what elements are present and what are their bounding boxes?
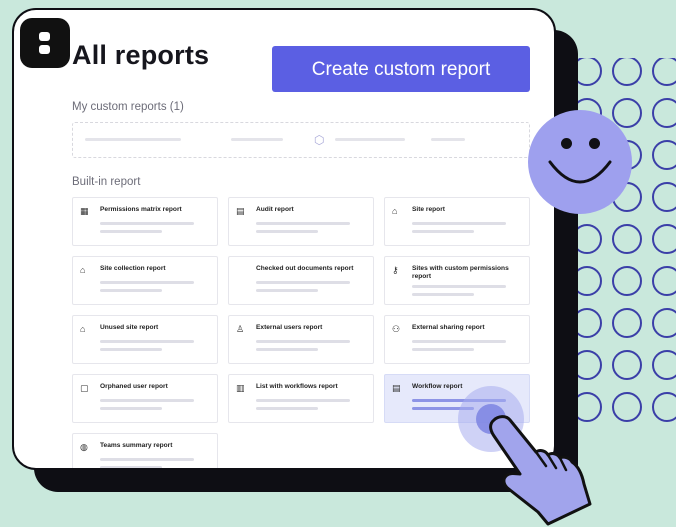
report-tile-unused-site[interactable]: ⌂ Unused site report <box>72 315 218 364</box>
report-tile-label: Checked out documents report <box>256 265 354 272</box>
report-tile-label: Unused site report <box>100 324 159 331</box>
ring-shape <box>612 350 642 380</box>
report-tile-list-with-workflows[interactable]: ▥ List with workflows report <box>228 374 374 423</box>
audit-icon: ▤ <box>236 206 245 216</box>
grid-icon: ▦ <box>80 206 89 216</box>
ring-shape <box>652 392 676 422</box>
pointing-hand-icon <box>489 415 592 526</box>
smiley-face-icon <box>528 110 632 214</box>
ring-shape <box>652 308 676 338</box>
ring-shape <box>652 140 676 170</box>
page-title: All reports <box>72 40 210 70</box>
ring-shape <box>612 266 642 296</box>
report-tile-sites-custom-permissions[interactable]: ⚷ Sites with custom permissions report <box>384 256 530 305</box>
ring-shape <box>612 392 642 422</box>
report-tile-site-collection[interactable]: ⌂ Site collection report <box>72 256 218 305</box>
ring-shape <box>652 224 676 254</box>
report-tile-site[interactable]: ⌂ Site report <box>384 197 530 246</box>
report-tile-label: Teams summary report <box>100 442 173 449</box>
report-tile-teams-summary[interactable]: ◍ Teams summary report <box>72 433 218 468</box>
ring-shape <box>612 308 642 338</box>
ring-shape <box>612 58 642 86</box>
ring-shape <box>652 266 676 296</box>
report-tile-label: External sharing report <box>412 324 485 331</box>
ring-shape <box>574 350 602 380</box>
report-tile-label: Site report <box>412 206 445 213</box>
custom-reports-section-label: My custom reports (1) <box>72 101 184 113</box>
report-tile-audit[interactable]: ▤ Audit report <box>228 197 374 246</box>
report-tile-permissions-matrix[interactable]: ▦ Permissions matrix report <box>72 197 218 246</box>
app-logo-icon <box>20 18 70 68</box>
workflow-icon: ▤ <box>392 383 401 393</box>
ring-shape <box>652 182 676 212</box>
sharing-icon: ⚇ <box>392 324 401 334</box>
ring-shape <box>652 58 676 86</box>
site-collection-icon: ⌂ <box>80 265 86 275</box>
report-tile-label: List with workflows report <box>256 383 338 390</box>
custom-report-placeholder-card[interactable]: ⬡ <box>72 122 530 158</box>
user-icon: ♙ <box>236 324 245 334</box>
report-tile-label: Sites with custom permissions report <box>412 265 509 280</box>
ring-shape <box>574 58 602 86</box>
report-tile-label: Orphaned user report <box>100 383 168 390</box>
ring-shape <box>574 308 602 338</box>
ring-shape <box>612 224 642 254</box>
key-icon: ⚷ <box>392 265 399 275</box>
ring-shape <box>574 224 602 254</box>
report-tile-orphaned-user[interactable]: ▢ Orphaned user report <box>72 374 218 423</box>
report-tile-label: Audit report <box>256 206 294 213</box>
ring-shape <box>652 350 676 380</box>
cube-icon: ⬡ <box>314 133 325 147</box>
unused-site-icon: ⌂ <box>80 324 86 334</box>
report-tile-external-users[interactable]: ♙ External users report <box>228 315 374 364</box>
list-icon: ▥ <box>236 383 245 393</box>
create-custom-report-button[interactable]: Create custom report <box>272 46 530 92</box>
teams-icon: ◍ <box>80 442 88 452</box>
site-icon: ⌂ <box>392 206 398 216</box>
report-tile-label: Site collection report <box>100 265 166 272</box>
ring-shape <box>652 98 676 128</box>
report-tile-label: External users report <box>256 324 323 331</box>
report-tile-label: Permissions matrix report <box>100 206 182 213</box>
builtin-reports-section-label: Built-in report <box>72 176 141 188</box>
report-tile-checked-out-documents[interactable]: Checked out documents report <box>228 256 374 305</box>
ring-shape <box>574 266 602 296</box>
orphan-icon: ▢ <box>80 383 89 393</box>
report-tile-external-sharing[interactable]: ⚇ External sharing report <box>384 315 530 364</box>
